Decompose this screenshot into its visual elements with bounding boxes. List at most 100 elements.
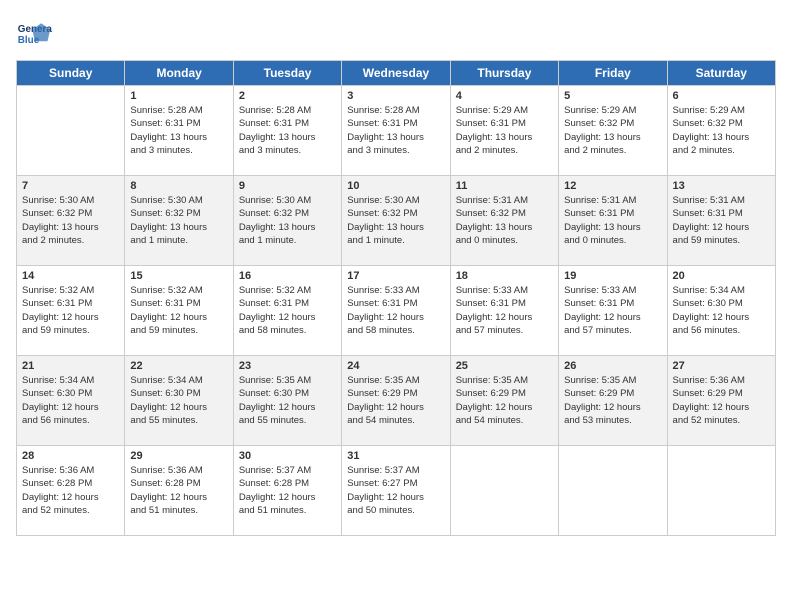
day-number: 22	[130, 360, 227, 372]
day-detail: Sunrise: 5:28 AM Sunset: 6:31 PM Dayligh…	[239, 104, 336, 157]
day-detail: Sunrise: 5:30 AM Sunset: 6:32 PM Dayligh…	[22, 194, 119, 247]
day-detail: Sunrise: 5:28 AM Sunset: 6:31 PM Dayligh…	[130, 104, 227, 157]
calendar-cell: 8 Sunrise: 5:30 AM Sunset: 6:32 PM Daylig…	[125, 176, 233, 266]
day-detail: Sunrise: 5:28 AM Sunset: 6:31 PM Dayligh…	[347, 104, 444, 157]
calendar-cell: 30 Sunrise: 5:37 AM Sunset: 6:28 PM Dayli…	[233, 446, 341, 536]
calendar-week-2: 7 Sunrise: 5:30 AM Sunset: 6:32 PM Daylig…	[17, 176, 776, 266]
day-detail: Sunrise: 5:34 AM Sunset: 6:30 PM Dayligh…	[130, 374, 227, 427]
day-detail: Sunrise: 5:37 AM Sunset: 6:27 PM Dayligh…	[347, 464, 444, 517]
day-number: 4	[456, 90, 553, 102]
calendar-week-3: 14Sunrise: 5:32 AM Sunset: 6:31 PM Dayli…	[17, 266, 776, 356]
day-header-saturday: Saturday	[667, 61, 775, 86]
calendar-cell: 25 Sunrise: 5:35 AM Sunset: 6:29 PM Dayli…	[450, 356, 558, 446]
day-number: 30	[239, 450, 336, 462]
day-number: 1	[130, 90, 227, 102]
calendar-cell: 5 Sunrise: 5:29 AM Sunset: 6:32 PM Daylig…	[559, 86, 667, 176]
day-number: 10	[347, 180, 444, 192]
day-detail: Sunrise: 5:32 AM Sunset: 6:31 PM Dayligh…	[22, 284, 119, 337]
logo-icon: General Blue	[16, 16, 52, 52]
day-header-sunday: Sunday	[17, 61, 125, 86]
day-detail: Sunrise: 5:35 AM Sunset: 6:29 PM Dayligh…	[456, 374, 553, 427]
day-number: 7	[22, 180, 119, 192]
day-detail: Sunrise: 5:31 AM Sunset: 6:32 PM Dayligh…	[456, 194, 553, 247]
day-detail: Sunrise: 5:33 AM Sunset: 6:31 PM Dayligh…	[347, 284, 444, 337]
calendar-cell: 6 Sunrise: 5:29 AM Sunset: 6:32 PM Daylig…	[667, 86, 775, 176]
day-detail: Sunrise: 5:29 AM Sunset: 6:32 PM Dayligh…	[673, 104, 770, 157]
calendar-cell: 18Sunrise: 5:33 AM Sunset: 6:31 PM Dayli…	[450, 266, 558, 356]
calendar-week-1: 1 Sunrise: 5:28 AM Sunset: 6:31 PM Daylig…	[17, 86, 776, 176]
day-detail: Sunrise: 5:35 AM Sunset: 6:29 PM Dayligh…	[564, 374, 661, 427]
day-number: 20	[673, 270, 770, 282]
day-number: 27	[673, 360, 770, 372]
calendar-week-4: 21 Sunrise: 5:34 AM Sunset: 6:30 PM Dayli…	[17, 356, 776, 446]
day-detail: Sunrise: 5:35 AM Sunset: 6:30 PM Dayligh…	[239, 374, 336, 427]
calendar-cell: 28 Sunrise: 5:36 AM Sunset: 6:28 PM Dayli…	[17, 446, 125, 536]
day-number: 23	[239, 360, 336, 372]
day-number: 9	[239, 180, 336, 192]
day-number: 18	[456, 270, 553, 282]
calendar-cell: 2 Sunrise: 5:28 AM Sunset: 6:31 PM Daylig…	[233, 86, 341, 176]
day-header-tuesday: Tuesday	[233, 61, 341, 86]
calendar-cell: 13Sunrise: 5:31 AM Sunset: 6:31 PM Dayli…	[667, 176, 775, 266]
calendar-cell: 15 Sunrise: 5:32 AM Sunset: 6:31 PM Dayli…	[125, 266, 233, 356]
day-number: 2	[239, 90, 336, 102]
day-number: 15	[130, 270, 227, 282]
calendar-cell: 10 Sunrise: 5:30 AM Sunset: 6:32 PM Dayli…	[342, 176, 450, 266]
day-detail: Sunrise: 5:30 AM Sunset: 6:32 PM Dayligh…	[239, 194, 336, 247]
day-header-thursday: Thursday	[450, 61, 558, 86]
day-number: 19	[564, 270, 661, 282]
day-number: 28	[22, 450, 119, 462]
day-number: 31	[347, 450, 444, 462]
day-detail: Sunrise: 5:34 AM Sunset: 6:30 PM Dayligh…	[22, 374, 119, 427]
calendar-cell: 4 Sunrise: 5:29 AM Sunset: 6:31 PM Daylig…	[450, 86, 558, 176]
day-detail: Sunrise: 5:32 AM Sunset: 6:31 PM Dayligh…	[239, 284, 336, 337]
calendar-cell	[667, 446, 775, 536]
calendar-cell: 14Sunrise: 5:32 AM Sunset: 6:31 PM Dayli…	[17, 266, 125, 356]
day-detail: Sunrise: 5:31 AM Sunset: 6:31 PM Dayligh…	[673, 194, 770, 247]
calendar-cell: 3 Sunrise: 5:28 AM Sunset: 6:31 PM Daylig…	[342, 86, 450, 176]
day-detail: Sunrise: 5:34 AM Sunset: 6:30 PM Dayligh…	[673, 284, 770, 337]
calendar-cell: 31 Sunrise: 5:37 AM Sunset: 6:27 PM Dayli…	[342, 446, 450, 536]
day-detail: Sunrise: 5:31 AM Sunset: 6:31 PM Dayligh…	[564, 194, 661, 247]
day-number: 6	[673, 90, 770, 102]
calendar-cell: 29 Sunrise: 5:36 AM Sunset: 6:28 PM Dayli…	[125, 446, 233, 536]
day-number: 21	[22, 360, 119, 372]
calendar-cell: 20 Sunrise: 5:34 AM Sunset: 6:30 PM Dayli…	[667, 266, 775, 356]
day-number: 17	[347, 270, 444, 282]
day-detail: Sunrise: 5:36 AM Sunset: 6:28 PM Dayligh…	[130, 464, 227, 517]
day-detail: Sunrise: 5:30 AM Sunset: 6:32 PM Dayligh…	[347, 194, 444, 247]
calendar-cell: 12 Sunrise: 5:31 AM Sunset: 6:31 PM Dayli…	[559, 176, 667, 266]
calendar-cell	[450, 446, 558, 536]
calendar-cell: 16 Sunrise: 5:32 AM Sunset: 6:31 PM Dayli…	[233, 266, 341, 356]
day-detail: Sunrise: 5:33 AM Sunset: 6:31 PM Dayligh…	[564, 284, 661, 337]
day-number: 12	[564, 180, 661, 192]
day-number: 8	[130, 180, 227, 192]
day-number: 29	[130, 450, 227, 462]
day-detail: Sunrise: 5:36 AM Sunset: 6:29 PM Dayligh…	[673, 374, 770, 427]
day-detail: Sunrise: 5:35 AM Sunset: 6:29 PM Dayligh…	[347, 374, 444, 427]
logo: General Blue	[16, 16, 52, 52]
day-number: 3	[347, 90, 444, 102]
day-detail: Sunrise: 5:30 AM Sunset: 6:32 PM Dayligh…	[130, 194, 227, 247]
calendar-cell: 22 Sunrise: 5:34 AM Sunset: 6:30 PM Dayli…	[125, 356, 233, 446]
day-detail: Sunrise: 5:29 AM Sunset: 6:31 PM Dayligh…	[456, 104, 553, 157]
day-detail: Sunrise: 5:32 AM Sunset: 6:31 PM Dayligh…	[130, 284, 227, 337]
day-detail: Sunrise: 5:37 AM Sunset: 6:28 PM Dayligh…	[239, 464, 336, 517]
day-detail: Sunrise: 5:36 AM Sunset: 6:28 PM Dayligh…	[22, 464, 119, 517]
day-header-friday: Friday	[559, 61, 667, 86]
day-number: 5	[564, 90, 661, 102]
day-number: 25	[456, 360, 553, 372]
day-number: 16	[239, 270, 336, 282]
calendar-cell: 17 Sunrise: 5:33 AM Sunset: 6:31 PM Dayli…	[342, 266, 450, 356]
calendar-cell: 9 Sunrise: 5:30 AM Sunset: 6:32 PM Daylig…	[233, 176, 341, 266]
calendar-cell	[17, 86, 125, 176]
calendar-week-5: 28 Sunrise: 5:36 AM Sunset: 6:28 PM Dayli…	[17, 446, 776, 536]
day-number: 24	[347, 360, 444, 372]
calendar-cell: 19 Sunrise: 5:33 AM Sunset: 6:31 PM Dayli…	[559, 266, 667, 356]
calendar-cell: 26Sunrise: 5:35 AM Sunset: 6:29 PM Dayli…	[559, 356, 667, 446]
day-detail: Sunrise: 5:29 AM Sunset: 6:32 PM Dayligh…	[564, 104, 661, 157]
day-header-wednesday: Wednesday	[342, 61, 450, 86]
calendar-cell	[559, 446, 667, 536]
calendar-cell: 27 Sunrise: 5:36 AM Sunset: 6:29 PM Dayli…	[667, 356, 775, 446]
calendar-table: SundayMondayTuesdayWednesdayThursdayFrid…	[16, 60, 776, 536]
